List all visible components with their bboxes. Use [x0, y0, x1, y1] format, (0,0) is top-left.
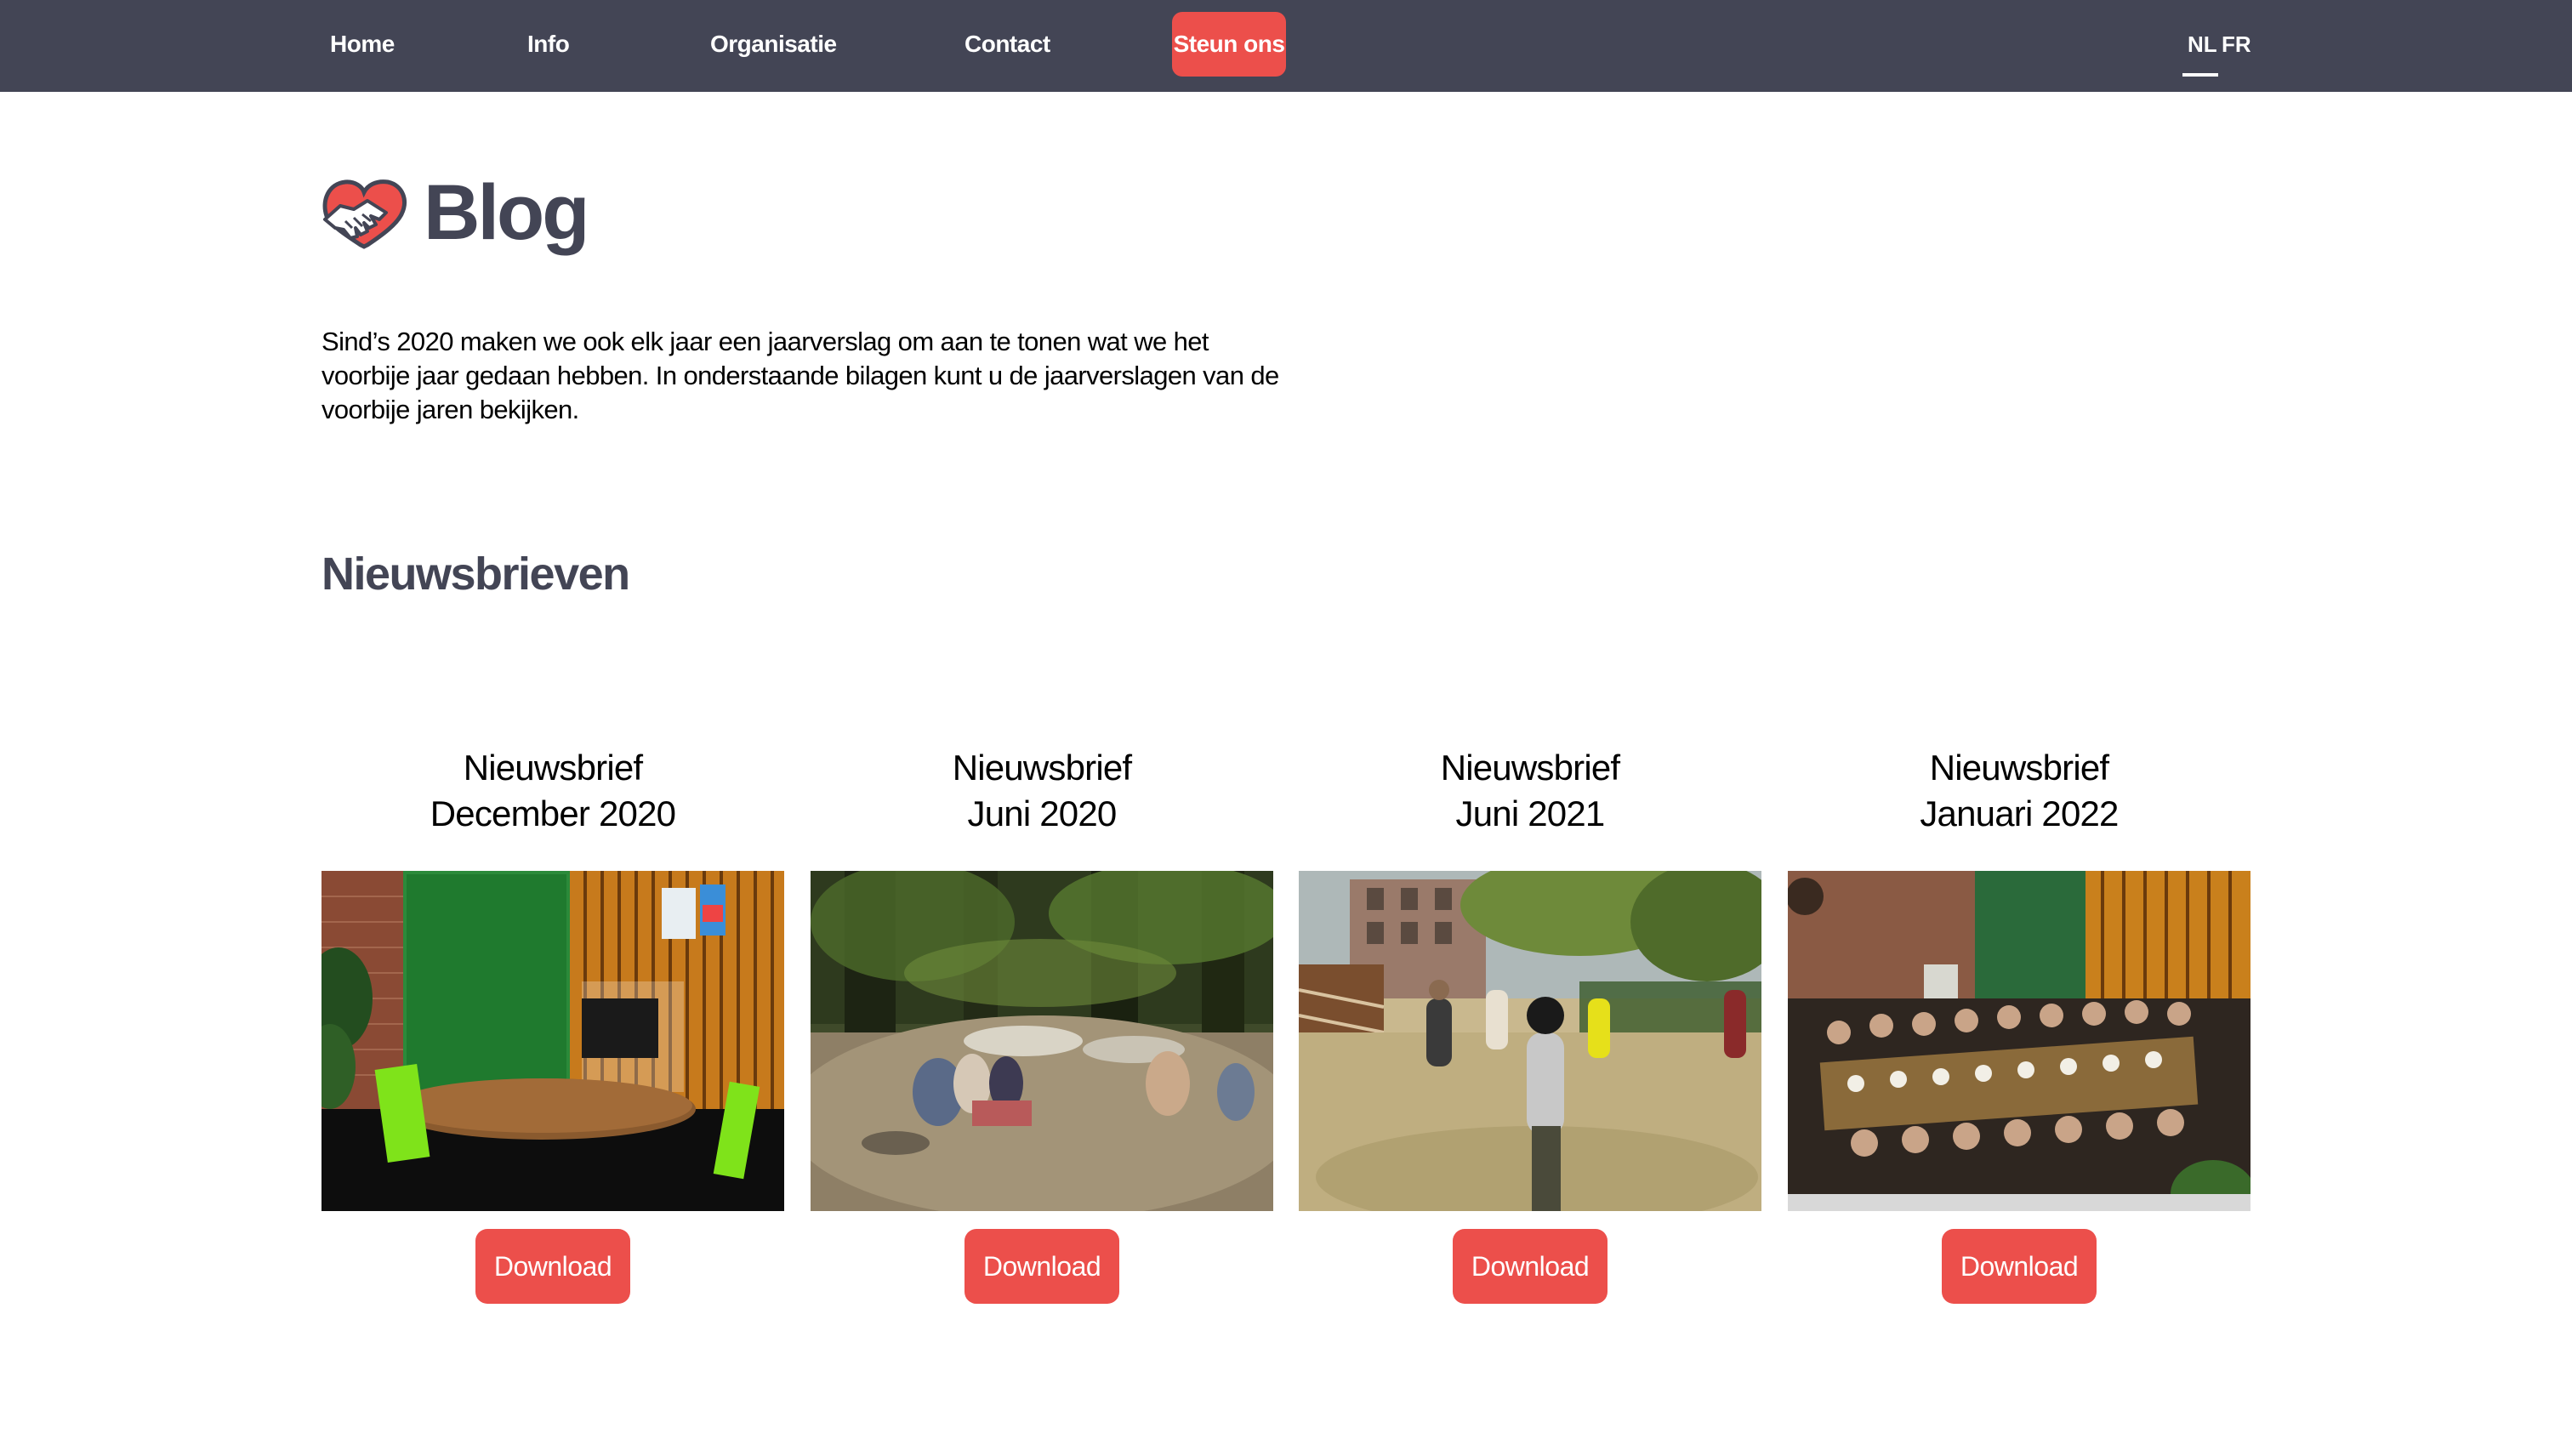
nav-link-organisatie[interactable]: Organisatie — [710, 0, 837, 92]
newsletter-title-line2: Januari 2022 — [1920, 793, 2119, 833]
handshake-heart-icon — [320, 175, 408, 250]
newsletter-title-line2: Juni 2021 — [1455, 793, 1606, 833]
newsletter-title: Nieuwsbrief Januari 2022 — [1788, 745, 2250, 837]
newsletter-title-line1: Nieuwsbrief — [952, 748, 1132, 788]
newsletter-image-office[interactable] — [322, 871, 784, 1211]
newsletter-title-line1: Nieuwsbrief — [1440, 748, 1620, 788]
newsletter-title-line2: December 2020 — [430, 793, 676, 833]
newsletter-card: Nieuwsbrief Juni 2021 Download — [1299, 742, 1761, 1310]
nav-link-contact[interactable]: Contact — [964, 0, 1050, 92]
steun-ons-button[interactable]: Steun ons — [1172, 12, 1286, 77]
newsletter-card: Nieuwsbrief December 2020 Download — [322, 742, 784, 1310]
nav-link-home[interactable]: Home — [330, 0, 395, 92]
newsletter-card: Nieuwsbrief Januari 2022 Download — [1788, 742, 2250, 1310]
section-title-nieuwsbrieven: Nieuwsbrieven — [322, 549, 630, 600]
intro-paragraph: Sind’s 2020 maken we ook elk jaar een ja… — [322, 327, 1279, 424]
newsletter-card: Nieuwsbrief Juni 2020 Download — [811, 742, 1273, 1310]
language-nl-link[interactable]: NL — [2188, 0, 2217, 92]
download-button[interactable]: Download — [1453, 1229, 1608, 1304]
newsletter-image-iftar[interactable] — [1788, 871, 2250, 1211]
newsletter-image-playground[interactable] — [1299, 871, 1761, 1211]
top-navbar: Home Info Organisatie Contact Steun ons … — [0, 0, 2572, 92]
download-button[interactable]: Download — [964, 1229, 1119, 1304]
newsletter-title: Nieuwsbrief Juni 2020 — [811, 745, 1273, 837]
language-fr-link[interactable]: FR — [2222, 0, 2251, 92]
download-button[interactable]: Download — [475, 1229, 630, 1304]
newsletter-title-line2: Juni 2020 — [967, 793, 1118, 833]
newsletter-title: Nieuwsbrief December 2020 — [322, 745, 784, 837]
page-title: Blog — [424, 169, 589, 256]
newsletter-image-forest[interactable] — [811, 871, 1273, 1211]
newsletter-title-line1: Nieuwsbrief — [463, 748, 643, 788]
newsletter-title: Nieuwsbrief Juni 2021 — [1299, 745, 1761, 837]
download-button[interactable]: Download — [1942, 1229, 2097, 1304]
newsletter-title-line1: Nieuwsbrief — [1929, 748, 2109, 788]
active-language-indicator — [2182, 73, 2218, 77]
nav-link-info[interactable]: Info — [527, 0, 570, 92]
